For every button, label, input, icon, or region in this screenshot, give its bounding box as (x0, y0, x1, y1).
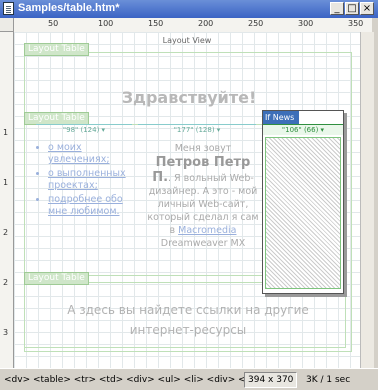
horizontal-ruler: 50 100 150 200 250 300 350 (14, 18, 372, 33)
column-width-indicator[interactable]: "106" (66) ▾ (263, 124, 343, 135)
list-item-link[interactable]: о выполненных проектах; (48, 168, 136, 192)
download-time: 3K / 1 sec (306, 375, 351, 385)
greeting-heading: Здравствуйте! (121, 88, 257, 107)
ruler-mark: 250 (248, 19, 264, 28)
ruler-mark: 1 (3, 178, 9, 187)
list-item-link[interactable]: подробнее обо мне любимом. (48, 194, 136, 218)
list-item-link[interactable]: о моих увлечениях; (48, 142, 136, 166)
vertical-scrollbar[interactable] (360, 32, 374, 368)
ruler-mark: 100 (98, 19, 114, 28)
window-size-dropdown[interactable]: 394 x 370 (244, 372, 298, 388)
ruler-mark: 300 (298, 19, 314, 28)
layout-table-tab[interactable]: Layout Table (24, 272, 89, 285)
title-bar: Samples/table.htm* _ □ × (0, 0, 378, 18)
links-list: о моих увлечениях; о выполненных проекта… (36, 142, 136, 220)
resources-text: А здесь вы найдете ссылки на другие инте… (67, 303, 309, 337)
macromedia-link[interactable]: Macromedia (178, 225, 236, 236)
layer-content-area (265, 137, 341, 289)
ruler-mark: 50 (48, 19, 59, 28)
status-bar: <dv> <table> <tr> <td> <div> <ul> <li> <… (0, 368, 378, 390)
intro-text: Меня зовут Петров Петр П.. Я вольный Web… (144, 142, 262, 250)
ruler-mark: 350 (348, 19, 364, 28)
ruler-mark: 3 (3, 328, 9, 337)
close-button[interactable]: × (360, 2, 374, 15)
minimize-button[interactable]: _ (330, 2, 344, 15)
ruler-mark: 150 (148, 19, 164, 28)
layout-table-tab[interactable]: Layout Table (24, 43, 89, 56)
vertical-ruler: 1 1 2 2 3 (0, 32, 14, 368)
ruler-mark: 2 (3, 228, 9, 237)
window-title: Samples/table.htm* (18, 2, 120, 14)
layer-title: If News (263, 111, 299, 124)
intro-tail: Dreamweaver MX (160, 238, 246, 249)
document-icon (3, 2, 14, 15)
design-canvas[interactable]: Layout View Layout Table Здравствуйте! L… (14, 32, 360, 368)
if-news-layer[interactable]: If News "106" (66) ▾ (262, 110, 344, 294)
ruler-mark: 200 (198, 19, 214, 28)
column-width-indicator[interactable]: "177" (128) ▾ (138, 124, 256, 135)
column-width-indicator[interactable]: "98" (124) ▾ (36, 124, 132, 135)
maximize-button[interactable]: □ (345, 2, 359, 15)
ruler-mark: 1 (3, 128, 9, 137)
ruler-mark: 2 (3, 278, 9, 287)
ruler-corner[interactable] (0, 18, 14, 32)
intro-line: Меня зовут (174, 143, 232, 154)
